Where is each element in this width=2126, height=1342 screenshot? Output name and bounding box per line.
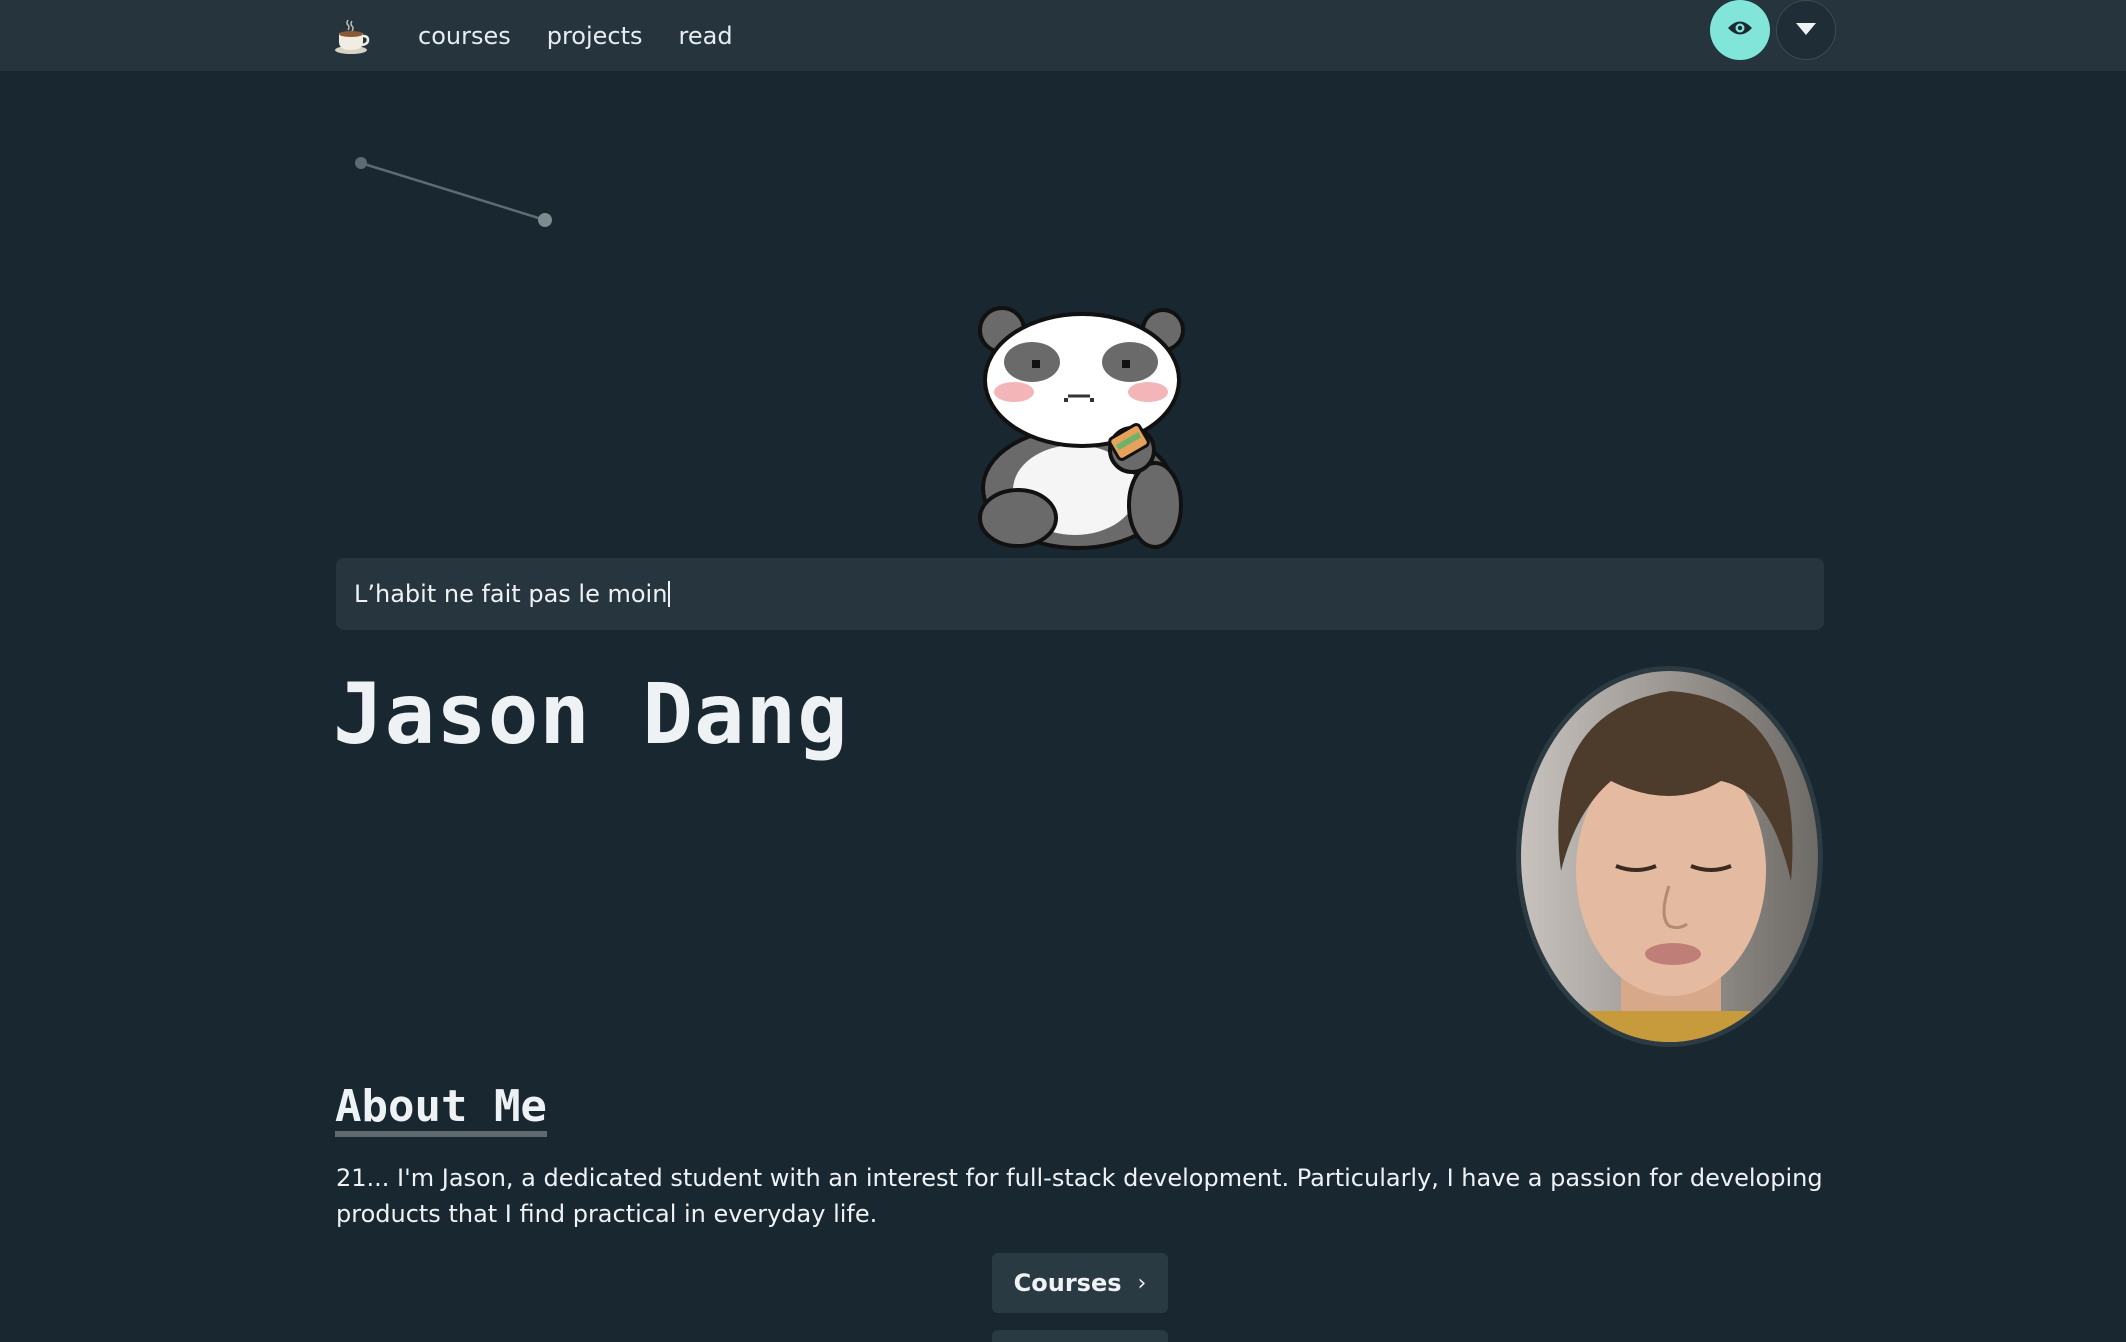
panda-illustration	[978, 306, 1185, 550]
nav-link-projects[interactable]: projects	[547, 22, 643, 50]
courses-button-label: Courses	[1013, 1269, 1122, 1297]
navbar: courses projects read	[0, 0, 2126, 71]
about-heading: About Me	[335, 1082, 547, 1138]
coffee-cup-icon[interactable]	[332, 17, 370, 55]
menu-button[interactable]	[1776, 0, 1836, 60]
nav-link-read[interactable]: read	[679, 22, 733, 50]
eye-icon	[1727, 19, 1753, 41]
nav-inner: courses projects read	[332, 0, 769, 71]
typing-caret	[668, 581, 671, 607]
avatar	[1516, 666, 1823, 1047]
quote-text: L’habit ne fait pas le moin	[354, 580, 668, 608]
triangle-down-icon	[1795, 21, 1817, 40]
chevron-right-icon: ›	[1137, 1270, 1147, 1296]
theme-toggle-button[interactable]	[1710, 0, 1770, 60]
next-button-partial[interactable]	[992, 1330, 1168, 1342]
about-text: 21... I'm Jason, a dedicated student wit…	[336, 1164, 1823, 1228]
quote-box: L’habit ne fait pas le moin	[336, 558, 1824, 630]
courses-button[interactable]: Courses ›	[992, 1253, 1168, 1313]
decorative-line	[355, 157, 552, 227]
page-title: Jason Dang	[333, 665, 849, 763]
nav-link-courses[interactable]: courses	[418, 22, 511, 50]
